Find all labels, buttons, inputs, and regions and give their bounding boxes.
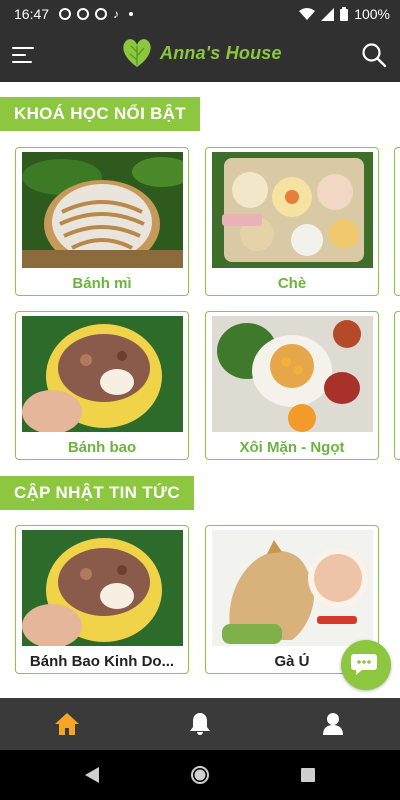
- status-right: 100%: [299, 6, 390, 22]
- sticky-rice-photo: [212, 316, 373, 432]
- nav-home[interactable]: [0, 698, 133, 750]
- tiktok-icon: ♪: [113, 7, 120, 21]
- messenger-icon: [95, 8, 108, 20]
- bottom-navigation: [0, 698, 400, 750]
- card-label: Xôi Mặn - Ngọt: [239, 439, 345, 456]
- nav-profile[interactable]: [267, 698, 400, 750]
- section-title-featured-courses: KHOÁ HỌC NỔI BẬT: [0, 97, 200, 131]
- section-title-news-updates: CẬP NHẬT TIN TỨC: [0, 476, 194, 510]
- chat-bubble-icon: [351, 654, 377, 675]
- battery-level: 100%: [354, 6, 390, 22]
- battery-icon: [340, 7, 349, 21]
- chicken-photo: [212, 530, 373, 646]
- card-label: Chè: [277, 275, 307, 292]
- facebook-icon: [77, 8, 90, 20]
- card-label: Bánh Bao Kinh Do...: [29, 653, 175, 670]
- card-label: Bánh bao: [67, 439, 137, 456]
- nav-notifications[interactable]: [133, 698, 266, 750]
- wifi-icon: [299, 7, 316, 20]
- course-card-banh-bao[interactable]: Bánh bao: [15, 311, 189, 460]
- steamed-bun-photo: [22, 530, 183, 646]
- news-card-banh-bao[interactable]: Bánh Bao Kinh Do...: [15, 525, 189, 674]
- home-circle-icon[interactable]: [190, 765, 210, 785]
- status-time: 16:47: [14, 6, 50, 22]
- search-button[interactable]: [360, 41, 388, 69]
- search-icon: [362, 43, 387, 68]
- notification-icon: [59, 8, 72, 20]
- app-header: Anna's House: [0, 28, 400, 82]
- course-card-xoi-man-ngot[interactable]: Xôi Mặn - Ngọt: [205, 311, 379, 460]
- user-icon: [323, 713, 344, 735]
- signal-icon: [321, 7, 335, 21]
- next-card-peek[interactable]: [394, 311, 400, 460]
- brand-logo: Anna's House: [120, 36, 282, 70]
- next-card-peek[interactable]: [394, 147, 400, 296]
- brand-title: Anna's House: [160, 42, 282, 63]
- menu-button[interactable]: [12, 42, 38, 68]
- steamed-bun-photo: [22, 316, 183, 432]
- app-screen: 16:47 ♪ 100% Anna's House KHOÁ HỌC NỔI B…: [0, 0, 400, 800]
- heart-leaf-logo-icon: [123, 39, 151, 67]
- more-notifications-icon: [129, 12, 134, 16]
- back-icon[interactable]: [84, 766, 100, 784]
- bell-icon: [189, 713, 210, 735]
- home-icon: [54, 713, 79, 735]
- bread-photo: [22, 152, 183, 268]
- hamburger-menu-icon: [12, 47, 34, 49]
- system-navigation-bar: [0, 750, 400, 800]
- status-bar: 16:47 ♪ 100%: [0, 0, 400, 28]
- card-label: Bánh mì: [72, 275, 132, 292]
- recents-icon[interactable]: [300, 767, 316, 783]
- sweet-soup-photo: [212, 152, 373, 268]
- chat-button[interactable]: [341, 640, 391, 690]
- course-card-che[interactable]: Chè: [205, 147, 379, 296]
- status-left: 16:47 ♪: [14, 6, 134, 22]
- content-scroll[interactable]: KHOÁ HỌC NỔI BẬT Bánh mì Chè Bánh bao Xô…: [0, 82, 400, 698]
- course-card-banh-mi[interactable]: Bánh mì: [15, 147, 189, 296]
